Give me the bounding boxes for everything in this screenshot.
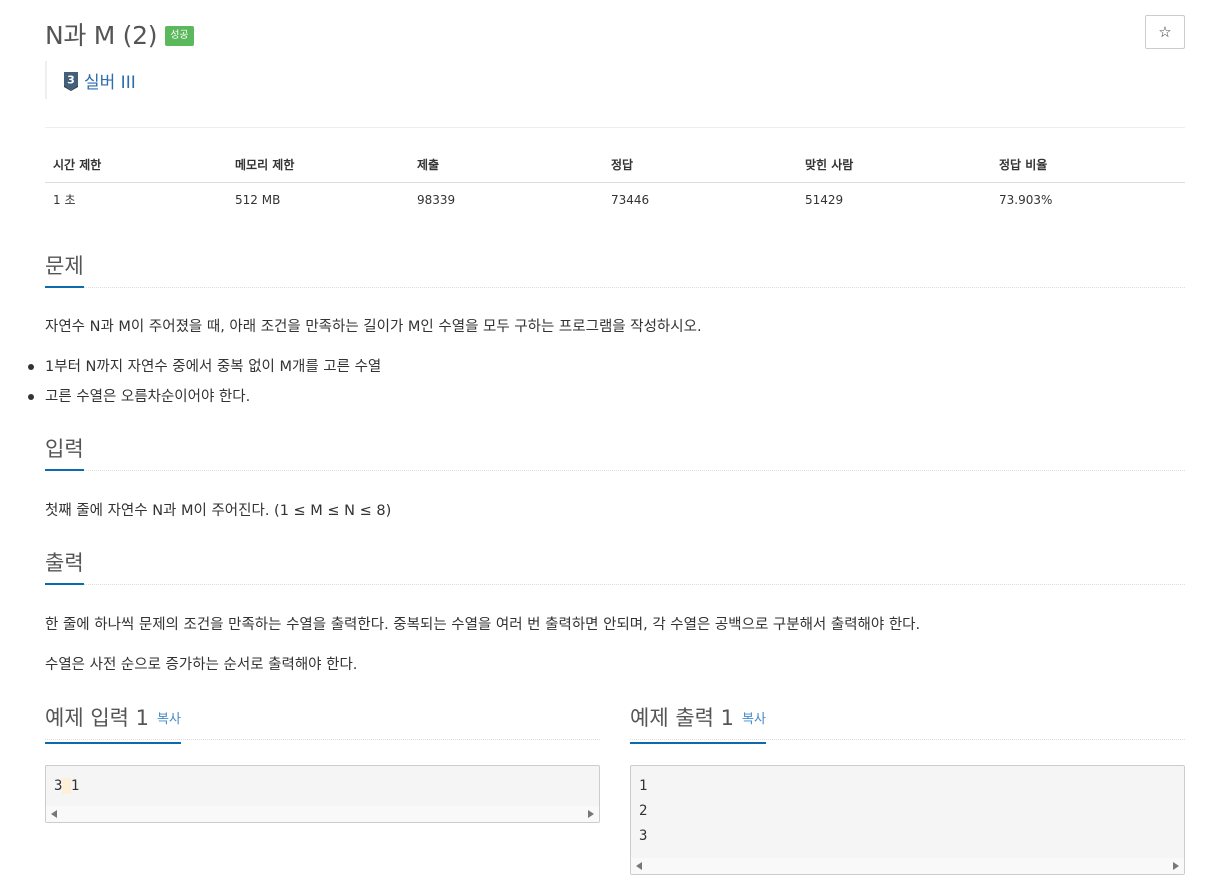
- input-section-header: 입력: [45, 435, 1185, 471]
- output-section-header: 출력: [45, 549, 1185, 585]
- sample-output-box[interactable]: 1 2 3: [630, 765, 1185, 875]
- output-description-1: 한 줄에 하나씩 문제의 조건을 만족하는 수열을 출력한다. 중복되는 수열을…: [45, 617, 921, 633]
- status-badge: 성공: [165, 26, 194, 46]
- stats-time-limit: 1 초: [53, 193, 76, 208]
- sample-input-header: 예제 입력 1 복사: [45, 704, 600, 744]
- list-item: 고른 수열은 오름차순이어야 한다.: [27, 387, 381, 407]
- sample-output-copy-link[interactable]: 복사: [742, 712, 766, 727]
- description-section-header: 문제: [45, 252, 1185, 288]
- output-heading: 출력: [45, 549, 84, 585]
- star-icon: ☆: [1158, 24, 1172, 41]
- problem-title: N과 M (2): [45, 21, 158, 50]
- stats-header-solved-users: 맞힌 사람: [797, 148, 991, 183]
- sample-output-heading: 예제 출력 1 복사: [630, 704, 766, 744]
- stats-memory-limit: 512 MB: [235, 192, 281, 207]
- stats-value-row: 1 초 512 MB 98339 73446 51429 73.903%: [45, 182, 1185, 217]
- input-description: 첫째 줄에 자연수 N과 M이 주어진다. (1 ≤ M ≤ N ≤ 8): [45, 503, 392, 519]
- problem-header: N과 M (2) 성공: [45, 16, 194, 52]
- scroll-left-icon[interactable]: [51, 810, 57, 818]
- tier-level-digit: 3: [67, 74, 75, 87]
- tier-info: 3 실버 III: [45, 61, 136, 99]
- stats-header-row: 시간 제한 메모리 제한 제출 정답 맞힌 사람 정답 비율: [45, 148, 1185, 183]
- sample-input-scrollbar[interactable]: [46, 806, 599, 822]
- sample-input-box[interactable]: 3 1: [45, 765, 600, 823]
- conditions-list: 1부터 N까지 자연수 중에서 중복 없이 M개를 고른 수열 고른 수열은 오…: [27, 357, 382, 417]
- list-item: 1부터 N까지 자연수 중에서 중복 없이 M개를 고른 수열: [27, 359, 382, 375]
- sample-output-header: 예제 출력 1 복사: [630, 704, 1185, 744]
- sample-input-line: 3 1: [54, 778, 80, 794]
- favorite-star-button[interactable]: ☆: [1145, 15, 1185, 49]
- description-heading: 문제: [45, 252, 84, 288]
- stats-header-accepted: 정답: [603, 148, 797, 183]
- input-heading: 입력: [45, 435, 84, 471]
- header-divider: [45, 127, 1185, 128]
- stats-accepted: 73446: [611, 192, 650, 207]
- stats-accept-ratio: 73.903%: [999, 192, 1053, 207]
- sample-input-copy-link[interactable]: 복사: [157, 712, 181, 727]
- stats-submissions: 98339: [417, 192, 456, 207]
- tier-label[interactable]: 실버 III: [84, 68, 136, 93]
- stats-header-accept-ratio: 정답 비율: [991, 148, 1185, 183]
- scroll-right-icon[interactable]: [588, 810, 594, 818]
- tier-silver-icon: 3: [64, 72, 78, 91]
- stats-header-time-limit: 시간 제한: [45, 148, 227, 183]
- sample-output-scrollbar[interactable]: [631, 858, 1184, 874]
- stats-header-memory-limit: 메모리 제한: [227, 148, 409, 183]
- sample-output-line: 3: [639, 828, 648, 844]
- sample-output-line: 2: [639, 803, 648, 819]
- output-description-2: 수열은 사전 순으로 증가하는 순서로 출력해야 한다.: [45, 657, 358, 673]
- problem-stats-table: 시간 제한 메모리 제한 제출 정답 맞힌 사람 정답 비율 1 초 512 M…: [45, 148, 1185, 217]
- sample-input-heading: 예제 입력 1 복사: [45, 704, 181, 744]
- scroll-left-icon[interactable]: [636, 862, 642, 870]
- stats-solved-users: 51429: [805, 192, 844, 207]
- description-intro: 자연수 N과 M이 주어졌을 때, 아래 조건을 만족하는 길이가 M인 수열을…: [45, 319, 702, 335]
- scroll-right-icon[interactable]: [1173, 862, 1179, 870]
- stats-header-submissions: 제출: [409, 148, 603, 183]
- sample-output-line: 1: [639, 778, 648, 794]
